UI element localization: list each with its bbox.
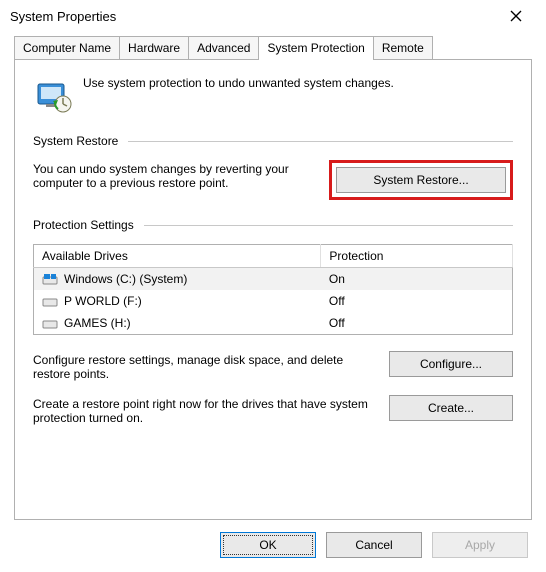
tab-strip: Computer Name Hardware Advanced System P… — [14, 36, 532, 59]
configure-text: Configure restore settings, manage disk … — [33, 351, 375, 381]
create-text: Create a restore point right now for the… — [33, 395, 375, 425]
drive-icon — [42, 294, 58, 308]
cancel-button[interactable]: Cancel — [326, 532, 422, 558]
window-title: System Properties — [10, 9, 496, 24]
intro-text: Use system protection to undo unwanted s… — [83, 76, 394, 90]
tab-advanced[interactable]: Advanced — [188, 36, 259, 59]
col-header-status[interactable]: Protection — [321, 245, 513, 268]
system-restore-group: System Restore You can undo system chang… — [33, 134, 513, 200]
drive-status: Off — [321, 290, 513, 312]
tab-panel-system-protection: Use system protection to undo unwanted s… — [14, 59, 532, 520]
tab-system-protection[interactable]: System Protection — [258, 36, 373, 60]
drive-icon — [42, 316, 58, 330]
table-row[interactable]: Windows (C:) (System) On — [34, 268, 513, 291]
divider — [144, 225, 513, 226]
col-header-drive[interactable]: Available Drives — [34, 245, 321, 268]
create-button[interactable]: Create... — [389, 395, 513, 421]
drive-name: GAMES (H:) — [64, 316, 131, 330]
highlight-box: System Restore... — [329, 160, 513, 200]
divider — [128, 141, 513, 142]
drive-icon — [42, 272, 58, 286]
system-restore-button[interactable]: System Restore... — [336, 167, 506, 193]
drive-name: Windows (C:) (System) — [64, 272, 187, 286]
system-properties-dialog: System Properties Computer Name Hardware… — [0, 0, 546, 572]
dialog-footer: OK Cancel Apply — [0, 520, 546, 572]
protection-settings-heading: Protection Settings — [33, 218, 134, 232]
tab-remote[interactable]: Remote — [373, 36, 433, 59]
dialog-body: Computer Name Hardware Advanced System P… — [0, 32, 546, 520]
drive-table: Available Drives Protection — [33, 244, 513, 335]
system-protection-icon — [33, 76, 73, 116]
close-icon — [510, 10, 522, 22]
tab-hardware[interactable]: Hardware — [119, 36, 189, 59]
table-row[interactable]: P WORLD (F:) Off — [34, 290, 513, 312]
protection-settings-group: Protection Settings Available Drives Pro… — [33, 218, 513, 425]
table-row[interactable]: GAMES (H:) Off — [34, 312, 513, 335]
drive-status: On — [321, 268, 513, 291]
system-restore-text: You can undo system changes by reverting… — [33, 160, 315, 190]
system-restore-heading: System Restore — [33, 134, 118, 148]
ok-button[interactable]: OK — [220, 532, 316, 558]
drive-status: Off — [321, 312, 513, 335]
intro-row: Use system protection to undo unwanted s… — [33, 76, 513, 116]
close-button[interactable] — [496, 2, 536, 30]
tab-computer-name[interactable]: Computer Name — [14, 36, 120, 59]
configure-button[interactable]: Configure... — [389, 351, 513, 377]
apply-button[interactable]: Apply — [432, 532, 528, 558]
drive-name: P WORLD (F:) — [64, 294, 142, 308]
titlebar: System Properties — [0, 0, 546, 32]
